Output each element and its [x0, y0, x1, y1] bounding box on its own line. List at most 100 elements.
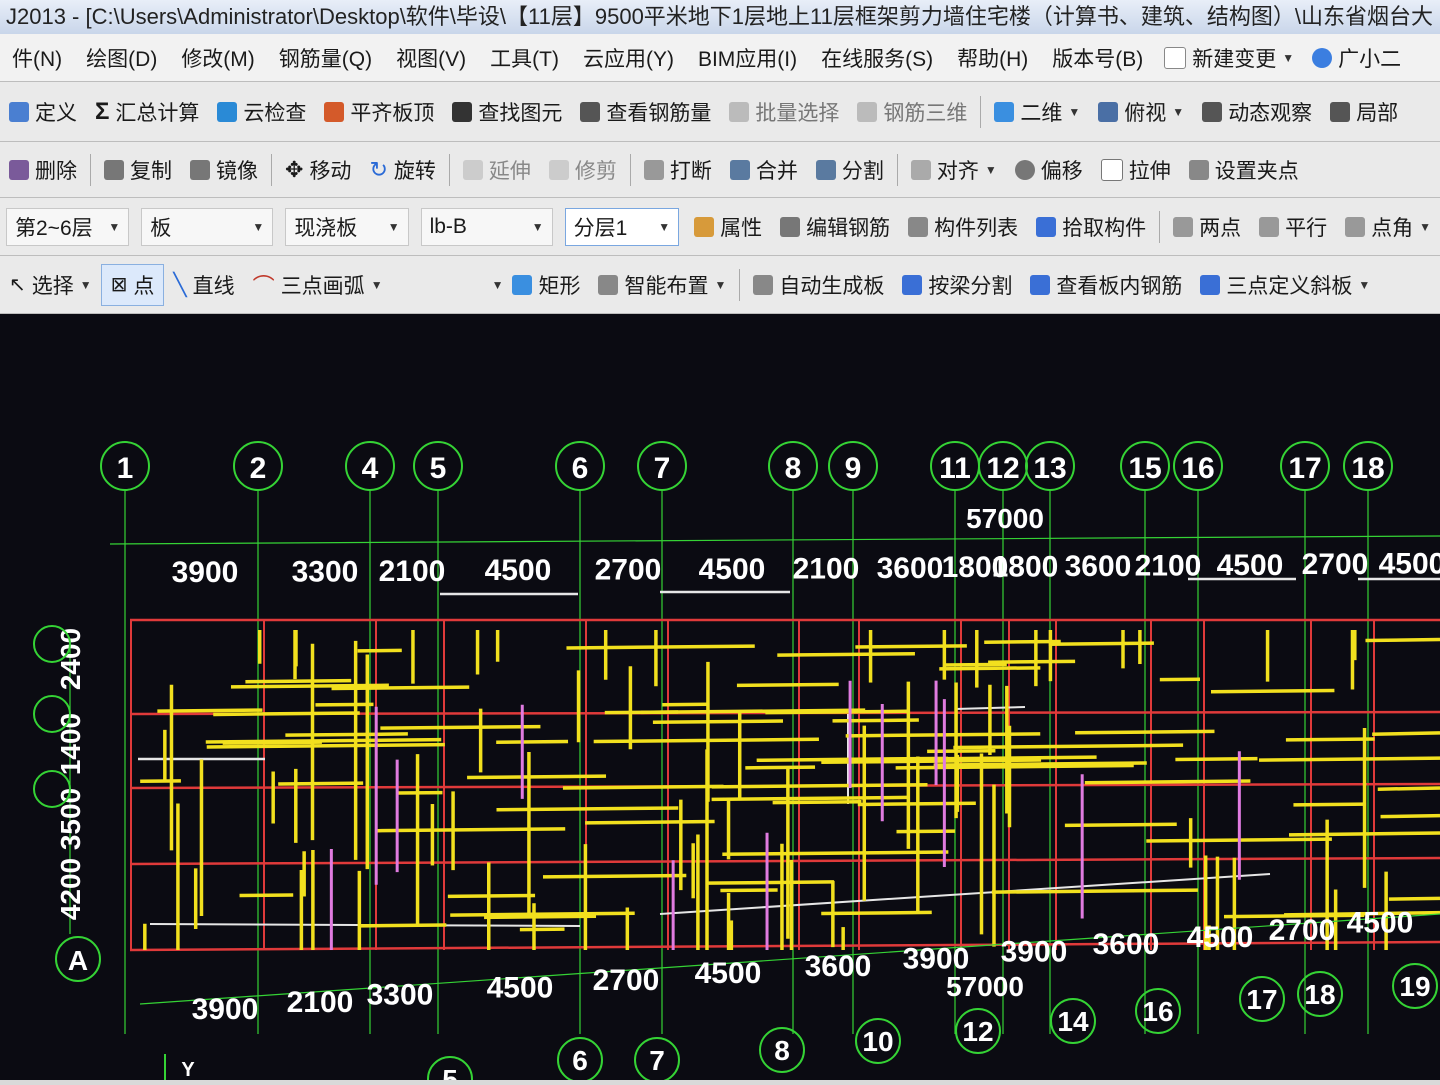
define-button[interactable]: 定义	[0, 92, 86, 132]
menu-version[interactable]: 版本号(B)	[1040, 43, 1155, 73]
two-points-icon	[1173, 217, 1193, 237]
align-button[interactable]: 对齐▼	[902, 150, 1006, 190]
rebar-horizontal	[278, 783, 363, 784]
menu-bim[interactable]: BIM应用(I)	[686, 43, 809, 73]
two-points-button[interactable]: 两点	[1164, 207, 1250, 247]
top-view-button[interactable]: 俯视▼	[1089, 92, 1193, 132]
rebar-horizontal	[605, 712, 678, 713]
bottom-dimension: 4500	[695, 957, 762, 990]
element-name-select[interactable]: lb-B▼	[421, 208, 553, 246]
cad-drawing[interactable]: 1245678911121315161718570003900330021004…	[0, 314, 1440, 1080]
copy-button[interactable]: 复制	[95, 150, 181, 190]
guang-xiao-er-button[interactable]: 广小二	[1303, 38, 1410, 78]
menu-view[interactable]: 视图(V)	[384, 43, 478, 73]
sigma-icon: Σ	[95, 98, 109, 126]
rebar-horizontal	[1211, 690, 1334, 691]
properties-button[interactable]: 属性	[685, 207, 771, 247]
element-list-button[interactable]: 构件列表	[899, 207, 1027, 247]
point-angle-button[interactable]: 点角▼	[1336, 207, 1440, 247]
move-button[interactable]: ✥移动	[276, 150, 360, 190]
drawing-canvas[interactable]: 1245678911121315161718570003900330021004…	[0, 314, 1440, 1080]
top-dimension: 2700	[595, 554, 662, 587]
rebar-horizontal	[706, 882, 834, 883]
auto-slab-icon	[753, 275, 773, 295]
separator	[1159, 211, 1160, 243]
menu-draw[interactable]: 绘图(D)	[74, 43, 169, 73]
line-button[interactable]: ╲直线	[164, 265, 243, 305]
rebar-horizontal	[1365, 640, 1440, 641]
batch-select-button[interactable]: 批量选择	[720, 92, 848, 132]
view-2d-button[interactable]: 二维▼	[985, 92, 1089, 132]
element-type-select[interactable]: 板▼	[141, 208, 273, 246]
pick-element-button[interactable]: 拾取构件	[1027, 207, 1155, 247]
find-element-button[interactable]: 查找图元	[443, 92, 571, 132]
view-slab-rebar-button[interactable]: 查看板内钢筋	[1021, 265, 1191, 305]
menu-file[interactable]: 件(N)	[0, 43, 74, 73]
split-by-beam-button[interactable]: 按梁分割	[893, 265, 1021, 305]
view-rebar-quantity-button[interactable]: 查看钢筋量	[571, 92, 720, 132]
rebar-horizontal	[1175, 759, 1257, 760]
offset-button[interactable]: 偏移	[1006, 150, 1092, 190]
menu-rebar-quantity[interactable]: 钢筋量(Q)	[267, 43, 384, 73]
rebar-horizontal	[315, 704, 373, 705]
top-dimension: 4500	[699, 553, 766, 586]
axis-label: 12	[962, 1016, 993, 1047]
dynamic-observe-button[interactable]: 动态观察	[1193, 92, 1321, 132]
merge-button[interactable]: 合并	[721, 150, 807, 190]
summary-calc-button[interactable]: Σ汇总计算	[86, 92, 208, 132]
auto-generate-slab-button[interactable]: 自动生成板	[744, 265, 893, 305]
rebar-horizontal	[1293, 804, 1366, 805]
split-icon	[816, 160, 836, 180]
break-button[interactable]: 打断	[635, 150, 721, 190]
select-button[interactable]: ↖选择▼	[0, 265, 101, 305]
stretch-button[interactable]: 拉伸	[1092, 150, 1180, 190]
bottom-total-dimension: 57000	[946, 971, 1024, 1002]
three-point-arc-button[interactable]: ⌒三点画弧▼	[244, 265, 392, 305]
layer-select[interactable]: 分层1▼	[565, 208, 680, 246]
bottom-dimension: 3300	[367, 979, 434, 1012]
smart-layout-button[interactable]: 智能布置▼	[589, 265, 735, 305]
floor-select[interactable]: 第2~6层▼	[6, 208, 129, 246]
sub-type-select[interactable]: 现浇板▼	[285, 208, 408, 246]
axis-label: 18	[1304, 979, 1335, 1010]
top-dimension: 4500	[485, 554, 552, 587]
define-sloped-slab-button[interactable]: 三点定义斜板▼	[1191, 265, 1379, 305]
menu-tools[interactable]: 工具(T)	[478, 43, 571, 73]
top-dimension: 2100	[793, 552, 860, 585]
rebar-horizontal	[377, 829, 565, 831]
rebar-horizontal	[988, 661, 1075, 662]
delete-button[interactable]: 删除	[0, 150, 86, 190]
rebar-horizontal	[1085, 781, 1251, 783]
axis-label: 11	[939, 452, 971, 485]
set-grip-button[interactable]: 设置夹点	[1180, 150, 1308, 190]
rebar-horizontal	[737, 684, 839, 685]
left-dimension: 2400	[55, 628, 86, 690]
parallel-icon	[1259, 217, 1279, 237]
local-view-button[interactable]: 局部	[1321, 92, 1407, 132]
rebar-3d-button[interactable]: 钢筋三维	[848, 92, 976, 132]
menu-modify[interactable]: 修改(M)	[169, 43, 266, 73]
rebar-horizontal	[157, 710, 262, 711]
menu-cloud[interactable]: 云应用(Y)	[571, 43, 686, 73]
split-button[interactable]: 分割	[807, 150, 893, 190]
rotate-button[interactable]: ↻旋转	[360, 150, 444, 190]
eraser-icon	[9, 160, 29, 180]
pick-icon	[1036, 217, 1056, 237]
edit-rebar-button[interactable]: 编辑钢筋	[771, 207, 899, 247]
rectangle-button[interactable]: 矩形	[503, 265, 589, 305]
menu-online[interactable]: 在线服务(S)	[809, 43, 945, 73]
axis-label: 12	[986, 452, 1019, 485]
extend-button[interactable]: 延伸	[454, 150, 540, 190]
parallel-button[interactable]: 平行	[1250, 207, 1336, 247]
axis-label: 8	[785, 452, 802, 485]
new-change-button[interactable]: 新建变更▼	[1155, 38, 1303, 78]
cloud-check-button[interactable]: 云检查	[208, 92, 315, 132]
menu-help[interactable]: 帮助(H)	[945, 43, 1040, 73]
align-slab-top-button[interactable]: 平齐板顶	[315, 92, 443, 132]
mirror-button[interactable]: 镜像	[181, 150, 267, 190]
trim-button[interactable]: 修剪	[540, 150, 626, 190]
point-button[interactable]: ⊠点	[101, 264, 165, 306]
chevron-down-icon[interactable]: ▼	[492, 278, 504, 292]
chevron-down-icon: ▼	[532, 220, 544, 234]
rebar-horizontal	[939, 668, 1040, 669]
